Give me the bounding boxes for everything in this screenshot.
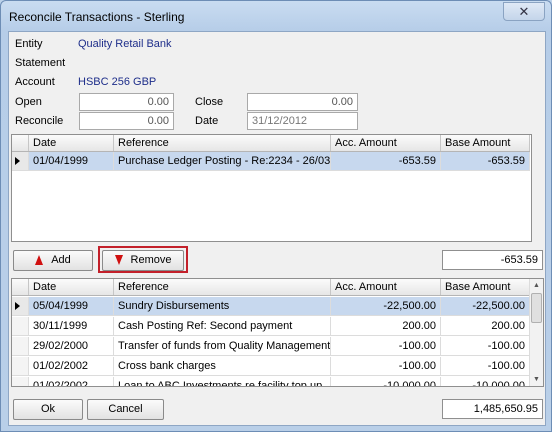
reconcile-label: Reconcile — [15, 115, 64, 127]
remove-button[interactable]: Remove — [102, 250, 184, 271]
row-selector[interactable] — [12, 317, 29, 335]
current-row-icon — [15, 157, 20, 165]
add-button[interactable]: Add — [13, 250, 93, 271]
table-row[interactable]: 29/02/2000 Transfer of funds from Qualit… — [12, 337, 530, 356]
cell-reference[interactable]: Purchase Ledger Posting - Re:2234 - 26/0… — [114, 152, 331, 170]
table-row[interactable]: 01/02/2002 Cross bank charges -100.00 -1… — [12, 357, 530, 376]
cell-base-amount[interactable]: -100.00 — [441, 337, 530, 355]
cell-base-amount[interactable]: 200.00 — [441, 317, 530, 335]
cell-base-amount[interactable]: -10,000.00 — [441, 377, 530, 386]
cell-reference[interactable]: Sundry Disbursements — [114, 297, 331, 315]
cell-reference[interactable]: Loan to ABC Investments re facility top … — [114, 377, 331, 386]
cell-date[interactable]: 01/04/1999 — [29, 152, 114, 170]
remove-button-label: Remove — [130, 254, 172, 266]
column-reference[interactable]: Reference — [114, 135, 331, 151]
cancel-button[interactable]: Cancel — [87, 399, 164, 420]
unreconciled-grid-header: Date Reference Acc. Amount Base Amount — [12, 279, 530, 296]
arrow-up-icon — [35, 255, 44, 266]
cell-acc-amount[interactable]: 200.00 — [331, 317, 441, 335]
add-button-label: Add — [51, 254, 71, 266]
reconciled-grid-header: Date Reference Acc. Amount Base Amount — [12, 135, 530, 152]
cell-reference[interactable]: Cross bank charges — [114, 357, 331, 375]
reconcile-window: Reconcile Transactions - Sterling ✕ Enti… — [0, 0, 552, 432]
open-label: Open — [15, 96, 42, 108]
column-base-amount[interactable]: Base Amount — [441, 279, 530, 295]
table-row[interactable]: 05/04/1999 Sundry Disbursements -22,500.… — [12, 297, 530, 316]
cell-base-amount[interactable]: -653.59 — [441, 152, 530, 170]
cell-acc-amount[interactable]: -100.00 — [331, 337, 441, 355]
cell-reference[interactable]: Transfer of funds from Quality Managemen… — [114, 337, 331, 355]
cell-acc-amount[interactable]: -653.59 — [331, 152, 441, 170]
current-row-icon — [15, 302, 20, 310]
column-acc-amount[interactable]: Acc. Amount — [331, 279, 441, 295]
scroll-thumb[interactable] — [531, 293, 542, 323]
cell-date[interactable]: 30/11/1999 — [29, 317, 114, 335]
account-label: Account — [15, 76, 55, 88]
vertical-scrollbar[interactable]: ▲ ▼ — [529, 279, 543, 386]
title-bar[interactable]: Reconcile Transactions - Sterling ✕ — [1, 1, 551, 31]
row-header-column — [12, 135, 29, 151]
cell-base-amount[interactable]: -100.00 — [441, 357, 530, 375]
row-selector[interactable] — [12, 337, 29, 355]
dialog-body: Entity Quality Retail Bank Statement Acc… — [8, 31, 546, 426]
row-selector[interactable] — [12, 357, 29, 375]
cell-acc-amount[interactable]: -10,000.00 — [331, 377, 441, 386]
cell-acc-amount[interactable]: -22,500.00 — [331, 297, 441, 315]
column-acc-amount[interactable]: Acc. Amount — [331, 135, 441, 151]
date-field[interactable]: 31/12/2012 — [247, 112, 358, 130]
unreconciled-grid[interactable]: Date Reference Acc. Amount Base Amount 0… — [11, 278, 544, 387]
table-row[interactable]: 30/11/1999 Cash Posting Ref: Second paym… — [12, 317, 530, 336]
row-selector[interactable] — [12, 152, 29, 170]
reconcile-field[interactable]: 0.00 — [79, 112, 174, 130]
statement-label: Statement — [15, 57, 66, 69]
cell-date[interactable]: 01/02/2002 — [29, 357, 114, 375]
cell-date[interactable]: 05/04/1999 — [29, 297, 114, 315]
reconciled-grid[interactable]: Date Reference Acc. Amount Base Amount 0… — [11, 134, 532, 242]
account-value: HSBC 256 GBP — [78, 76, 157, 88]
table-row[interactable]: 01/04/1999 Purchase Ledger Posting - Re:… — [12, 152, 530, 171]
row-selector[interactable] — [12, 377, 29, 386]
close-label: Close — [195, 96, 224, 108]
cell-date[interactable]: 01/02/2002 — [29, 377, 114, 386]
column-reference[interactable]: Reference — [114, 279, 331, 295]
table-row[interactable]: 01/02/2002 Loan to ABC Investments re fa… — [12, 377, 530, 386]
ok-button[interactable]: Ok — [13, 399, 83, 420]
row-header-column — [12, 279, 29, 295]
selected-total-field: -653.59 — [442, 250, 543, 270]
window-title: Reconcile Transactions - Sterling — [9, 10, 185, 24]
entity-label: Entity — [15, 38, 43, 50]
scroll-down-icon[interactable]: ▼ — [530, 373, 543, 386]
date-label: Date — [195, 115, 219, 127]
close-balance-field[interactable]: 0.00 — [247, 93, 358, 111]
row-selector[interactable] — [12, 297, 29, 315]
cell-base-amount[interactable]: -22,500.00 — [441, 297, 530, 315]
close-button[interactable]: ✕ — [503, 2, 545, 21]
scroll-up-icon[interactable]: ▲ — [530, 279, 543, 292]
close-icon[interactable]: ✕ — [519, 4, 530, 19]
open-balance-field[interactable]: 0.00 — [79, 93, 174, 111]
column-date[interactable]: Date — [29, 279, 114, 295]
arrow-down-icon — [114, 255, 123, 266]
column-date[interactable]: Date — [29, 135, 114, 151]
grand-total-field: 1,485,650.95 — [442, 399, 543, 419]
cell-reference[interactable]: Cash Posting Ref: Second payment — [114, 317, 331, 335]
entity-value: Quality Retail Bank — [78, 38, 172, 50]
cell-acc-amount[interactable]: -100.00 — [331, 357, 441, 375]
column-base-amount[interactable]: Base Amount — [441, 135, 530, 151]
cell-date[interactable]: 29/02/2000 — [29, 337, 114, 355]
